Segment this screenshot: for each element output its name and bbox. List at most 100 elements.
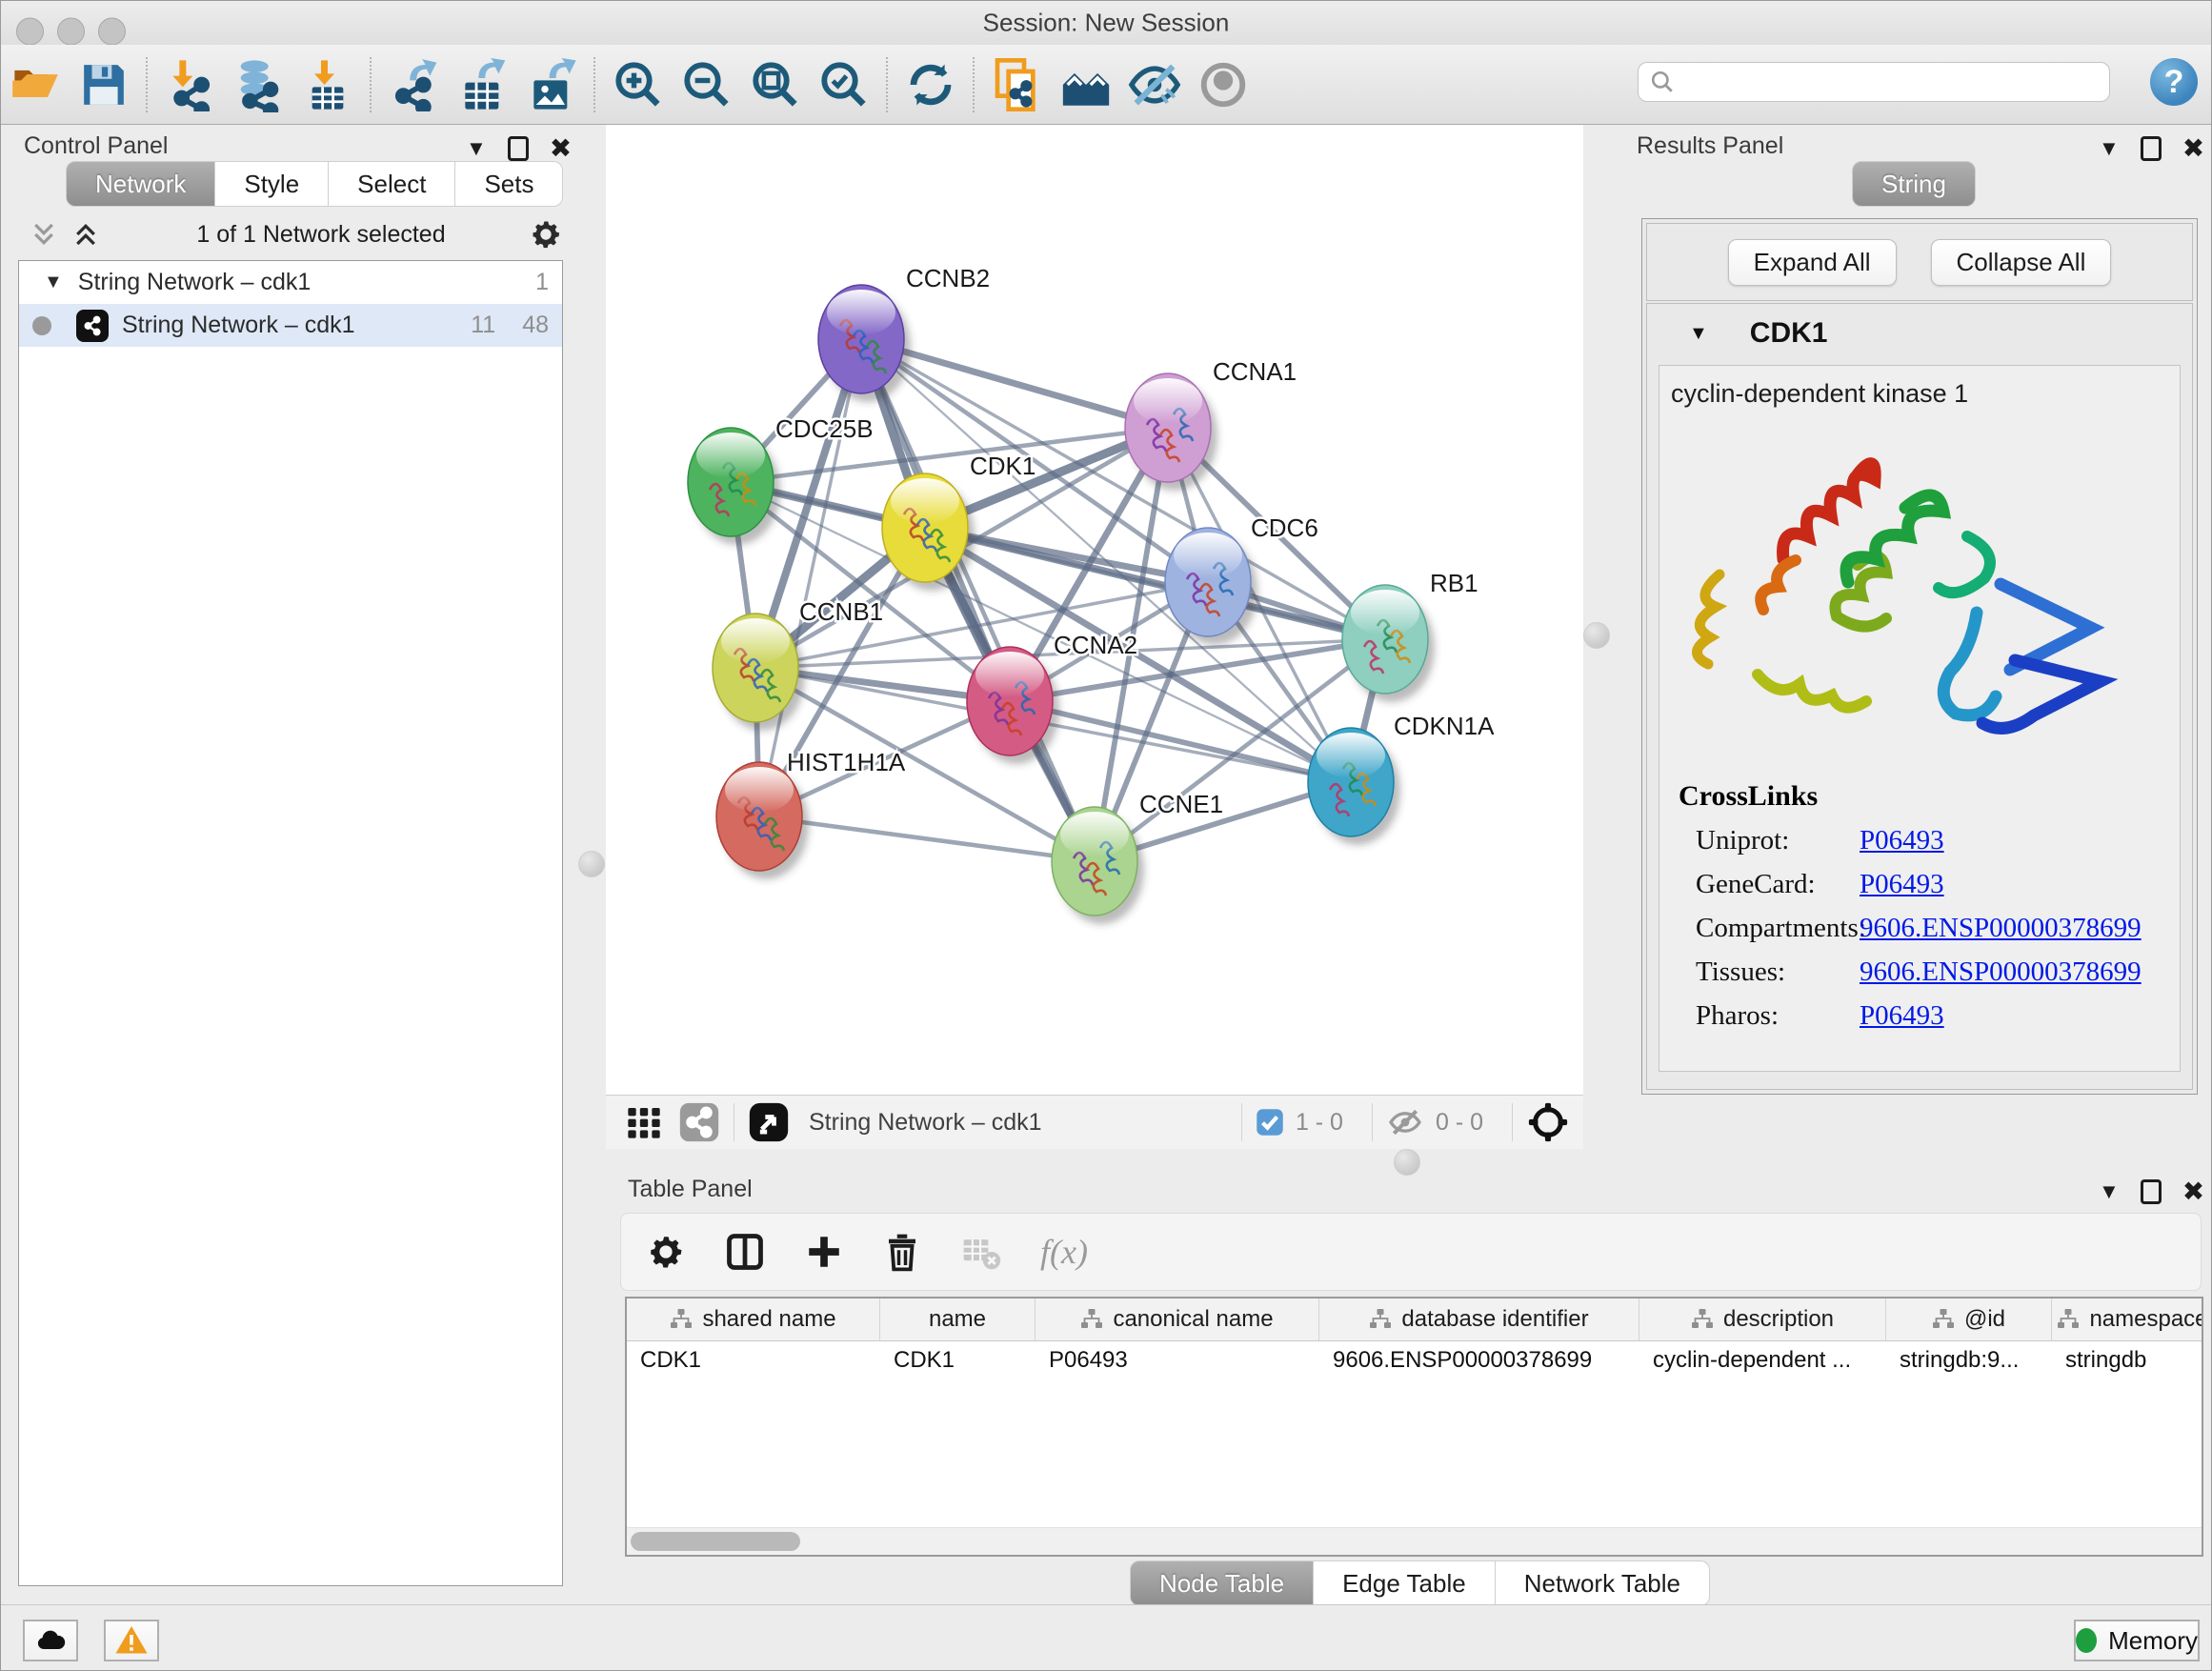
refresh-button[interactable] bbox=[896, 53, 965, 116]
float-panel-icon[interactable] bbox=[2141, 136, 2162, 161]
network-node-cdkn1a[interactable] bbox=[1308, 728, 1400, 845]
column-header-id[interactable]: @id bbox=[1886, 1299, 2052, 1340]
horizontal-splitter-handle[interactable] bbox=[1394, 1149, 1420, 1176]
zoom-fit-button[interactable] bbox=[741, 53, 810, 116]
tab-select[interactable]: Select bbox=[329, 161, 455, 207]
network-node-ccna2[interactable] bbox=[967, 647, 1059, 764]
close-panel-icon[interactable]: ✖ bbox=[2182, 132, 2204, 164]
crosslink-link[interactable]: P06493 bbox=[1860, 869, 1944, 900]
crosslink-link[interactable]: 9606.ENSP00000378699 bbox=[1860, 913, 2142, 944]
close-panel-icon[interactable]: ✖ bbox=[550, 132, 572, 164]
network-node-hist1h1a[interactable] bbox=[716, 762, 809, 879]
column-header-database-identifier[interactable]: database identifier bbox=[1319, 1299, 1639, 1340]
tab-sets[interactable]: Sets bbox=[455, 161, 563, 207]
tab-network[interactable]: Network bbox=[66, 161, 215, 207]
node-table[interactable]: shared namenamecanonical namedatabase id… bbox=[625, 1297, 2203, 1557]
export-network-button[interactable] bbox=[380, 53, 449, 116]
network-row-selected[interactable]: String Network – cdk1 11 48 bbox=[19, 304, 562, 347]
zoom-selected-button[interactable] bbox=[810, 53, 878, 116]
open-session-button[interactable] bbox=[1, 53, 70, 116]
pan-crosshair-icon[interactable] bbox=[1526, 1100, 1570, 1144]
network-edge[interactable] bbox=[861, 339, 1095, 861]
table-cell[interactable]: 9606.ENSP00000378699 bbox=[1319, 1341, 1639, 1381]
memory-button[interactable]: Memory bbox=[2074, 1620, 2200, 1661]
tab-network-table[interactable]: Network Table bbox=[1496, 1560, 1710, 1606]
selected-nodes-checkbox-icon[interactable] bbox=[1256, 1108, 1284, 1137]
hide-selected-button[interactable] bbox=[1120, 53, 1189, 116]
zoom-out-button[interactable] bbox=[673, 53, 741, 116]
network-node-ccnb1[interactable] bbox=[713, 614, 805, 731]
network-edge[interactable] bbox=[759, 816, 1095, 861]
search-input[interactable] bbox=[1684, 68, 2098, 96]
collection-expand-arrow-icon[interactable]: ▼ bbox=[44, 272, 63, 293]
delete-column-icon[interactable] bbox=[882, 1232, 922, 1272]
birds-eye-view-icon[interactable] bbox=[748, 1101, 790, 1143]
first-neighbors-button[interactable] bbox=[1052, 53, 1120, 116]
crosslink-link[interactable]: 9606.ENSP00000378699 bbox=[1860, 956, 2142, 988]
table-cell[interactable]: cyclin-dependent ... bbox=[1639, 1341, 1886, 1381]
table-options-gear-icon[interactable] bbox=[646, 1232, 686, 1272]
close-panel-icon[interactable]: ✖ bbox=[2182, 1176, 2204, 1207]
float-panel-icon[interactable] bbox=[508, 136, 529, 161]
table-row[interactable]: CDK1CDK1P064939606.ENSP00000378699cyclin… bbox=[627, 1341, 2202, 1381]
table-cell[interactable]: P06493 bbox=[1036, 1341, 1319, 1381]
entry-expand-arrow-icon[interactable]: ▼ bbox=[1689, 323, 1708, 345]
tab-edge-table[interactable]: Edge Table bbox=[1314, 1560, 1496, 1606]
warnings-button[interactable] bbox=[104, 1620, 159, 1661]
collapse-all-icon[interactable] bbox=[30, 220, 58, 249]
table-horizontal-scrollbar[interactable] bbox=[627, 1527, 2202, 1555]
left-splitter-handle[interactable] bbox=[578, 851, 605, 877]
network-node-ccne1[interactable] bbox=[1052, 807, 1144, 924]
tab-node-table[interactable]: Node Table bbox=[1130, 1560, 1314, 1606]
show-columns-icon[interactable] bbox=[724, 1231, 766, 1273]
export-image-button[interactable] bbox=[517, 53, 586, 116]
result-entry-header[interactable]: ▼ CDK1 bbox=[1647, 304, 2192, 363]
minimize-panel-icon[interactable]: ▼ bbox=[466, 136, 487, 161]
save-session-button[interactable] bbox=[70, 53, 138, 116]
show-all-button[interactable] bbox=[1189, 53, 1257, 116]
right-splitter-handle[interactable] bbox=[1583, 622, 1610, 649]
network-canvas[interactable]: CCNB2CCNA1CDC25BCDK1CDC6RB1CCNB1CCNA2CDK… bbox=[606, 125, 1583, 1095]
network-collection-row[interactable]: ▼ String Network – cdk1 1 bbox=[19, 261, 562, 304]
zoom-in-button[interactable] bbox=[604, 53, 673, 116]
node-count: 11 bbox=[471, 312, 495, 339]
network-overview-icon[interactable] bbox=[678, 1101, 720, 1143]
tab-style[interactable]: Style bbox=[215, 161, 329, 207]
table-cell[interactable]: stringdb:9... bbox=[1886, 1341, 2052, 1381]
expand-all-icon[interactable] bbox=[71, 220, 100, 249]
crosslink-link[interactable]: P06493 bbox=[1860, 1000, 1944, 1032]
network-node-rb1[interactable] bbox=[1342, 585, 1435, 702]
import-network-database-button[interactable] bbox=[225, 53, 293, 116]
import-table-button[interactable] bbox=[293, 53, 362, 116]
cloud-status-button[interactable] bbox=[23, 1620, 78, 1661]
column-header-namespace[interactable]: namespace bbox=[2052, 1299, 2203, 1340]
minimize-panel-icon[interactable]: ▼ bbox=[2099, 1179, 2120, 1204]
table-cell[interactable]: CDK1 bbox=[627, 1341, 880, 1381]
add-column-icon[interactable] bbox=[804, 1232, 844, 1272]
export-table-button[interactable] bbox=[449, 53, 517, 116]
minimize-panel-icon[interactable]: ▼ bbox=[2099, 136, 2120, 161]
network-edge[interactable] bbox=[759, 339, 861, 816]
grid-view-icon[interactable] bbox=[625, 1103, 663, 1141]
bottom-status-bar: Memory bbox=[1, 1604, 2211, 1671]
help-button[interactable]: ? bbox=[2150, 58, 2198, 106]
column-header-canonical-name[interactable]: canonical name bbox=[1036, 1299, 1319, 1340]
table-cell[interactable]: stringdb bbox=[2052, 1341, 2203, 1381]
search-field[interactable] bbox=[1638, 62, 2110, 102]
collapse-all-button[interactable]: Collapse All bbox=[1931, 239, 2112, 286]
hidden-elements-eye-icon[interactable] bbox=[1386, 1103, 1424, 1141]
tab-string[interactable]: String bbox=[1852, 161, 1976, 207]
import-network-file-button[interactable] bbox=[156, 53, 225, 116]
network-node-ccnb2[interactable] bbox=[818, 285, 911, 402]
network-options-gear-icon[interactable] bbox=[529, 217, 563, 252]
column-header-description[interactable]: description bbox=[1639, 1299, 1886, 1340]
clone-network-button[interactable] bbox=[983, 53, 1052, 116]
crosslink-label: Pharos: bbox=[1696, 1000, 1860, 1032]
column-header-shared-name[interactable]: shared name bbox=[627, 1299, 880, 1340]
expand-all-button[interactable]: Expand All bbox=[1728, 239, 1897, 286]
crosslink-link[interactable]: P06493 bbox=[1860, 825, 1944, 856]
float-panel-icon[interactable] bbox=[2141, 1179, 2162, 1204]
scrollbar-thumb[interactable] bbox=[631, 1532, 800, 1551]
column-header-name[interactable]: name bbox=[880, 1299, 1036, 1340]
table-cell[interactable]: CDK1 bbox=[880, 1341, 1036, 1381]
